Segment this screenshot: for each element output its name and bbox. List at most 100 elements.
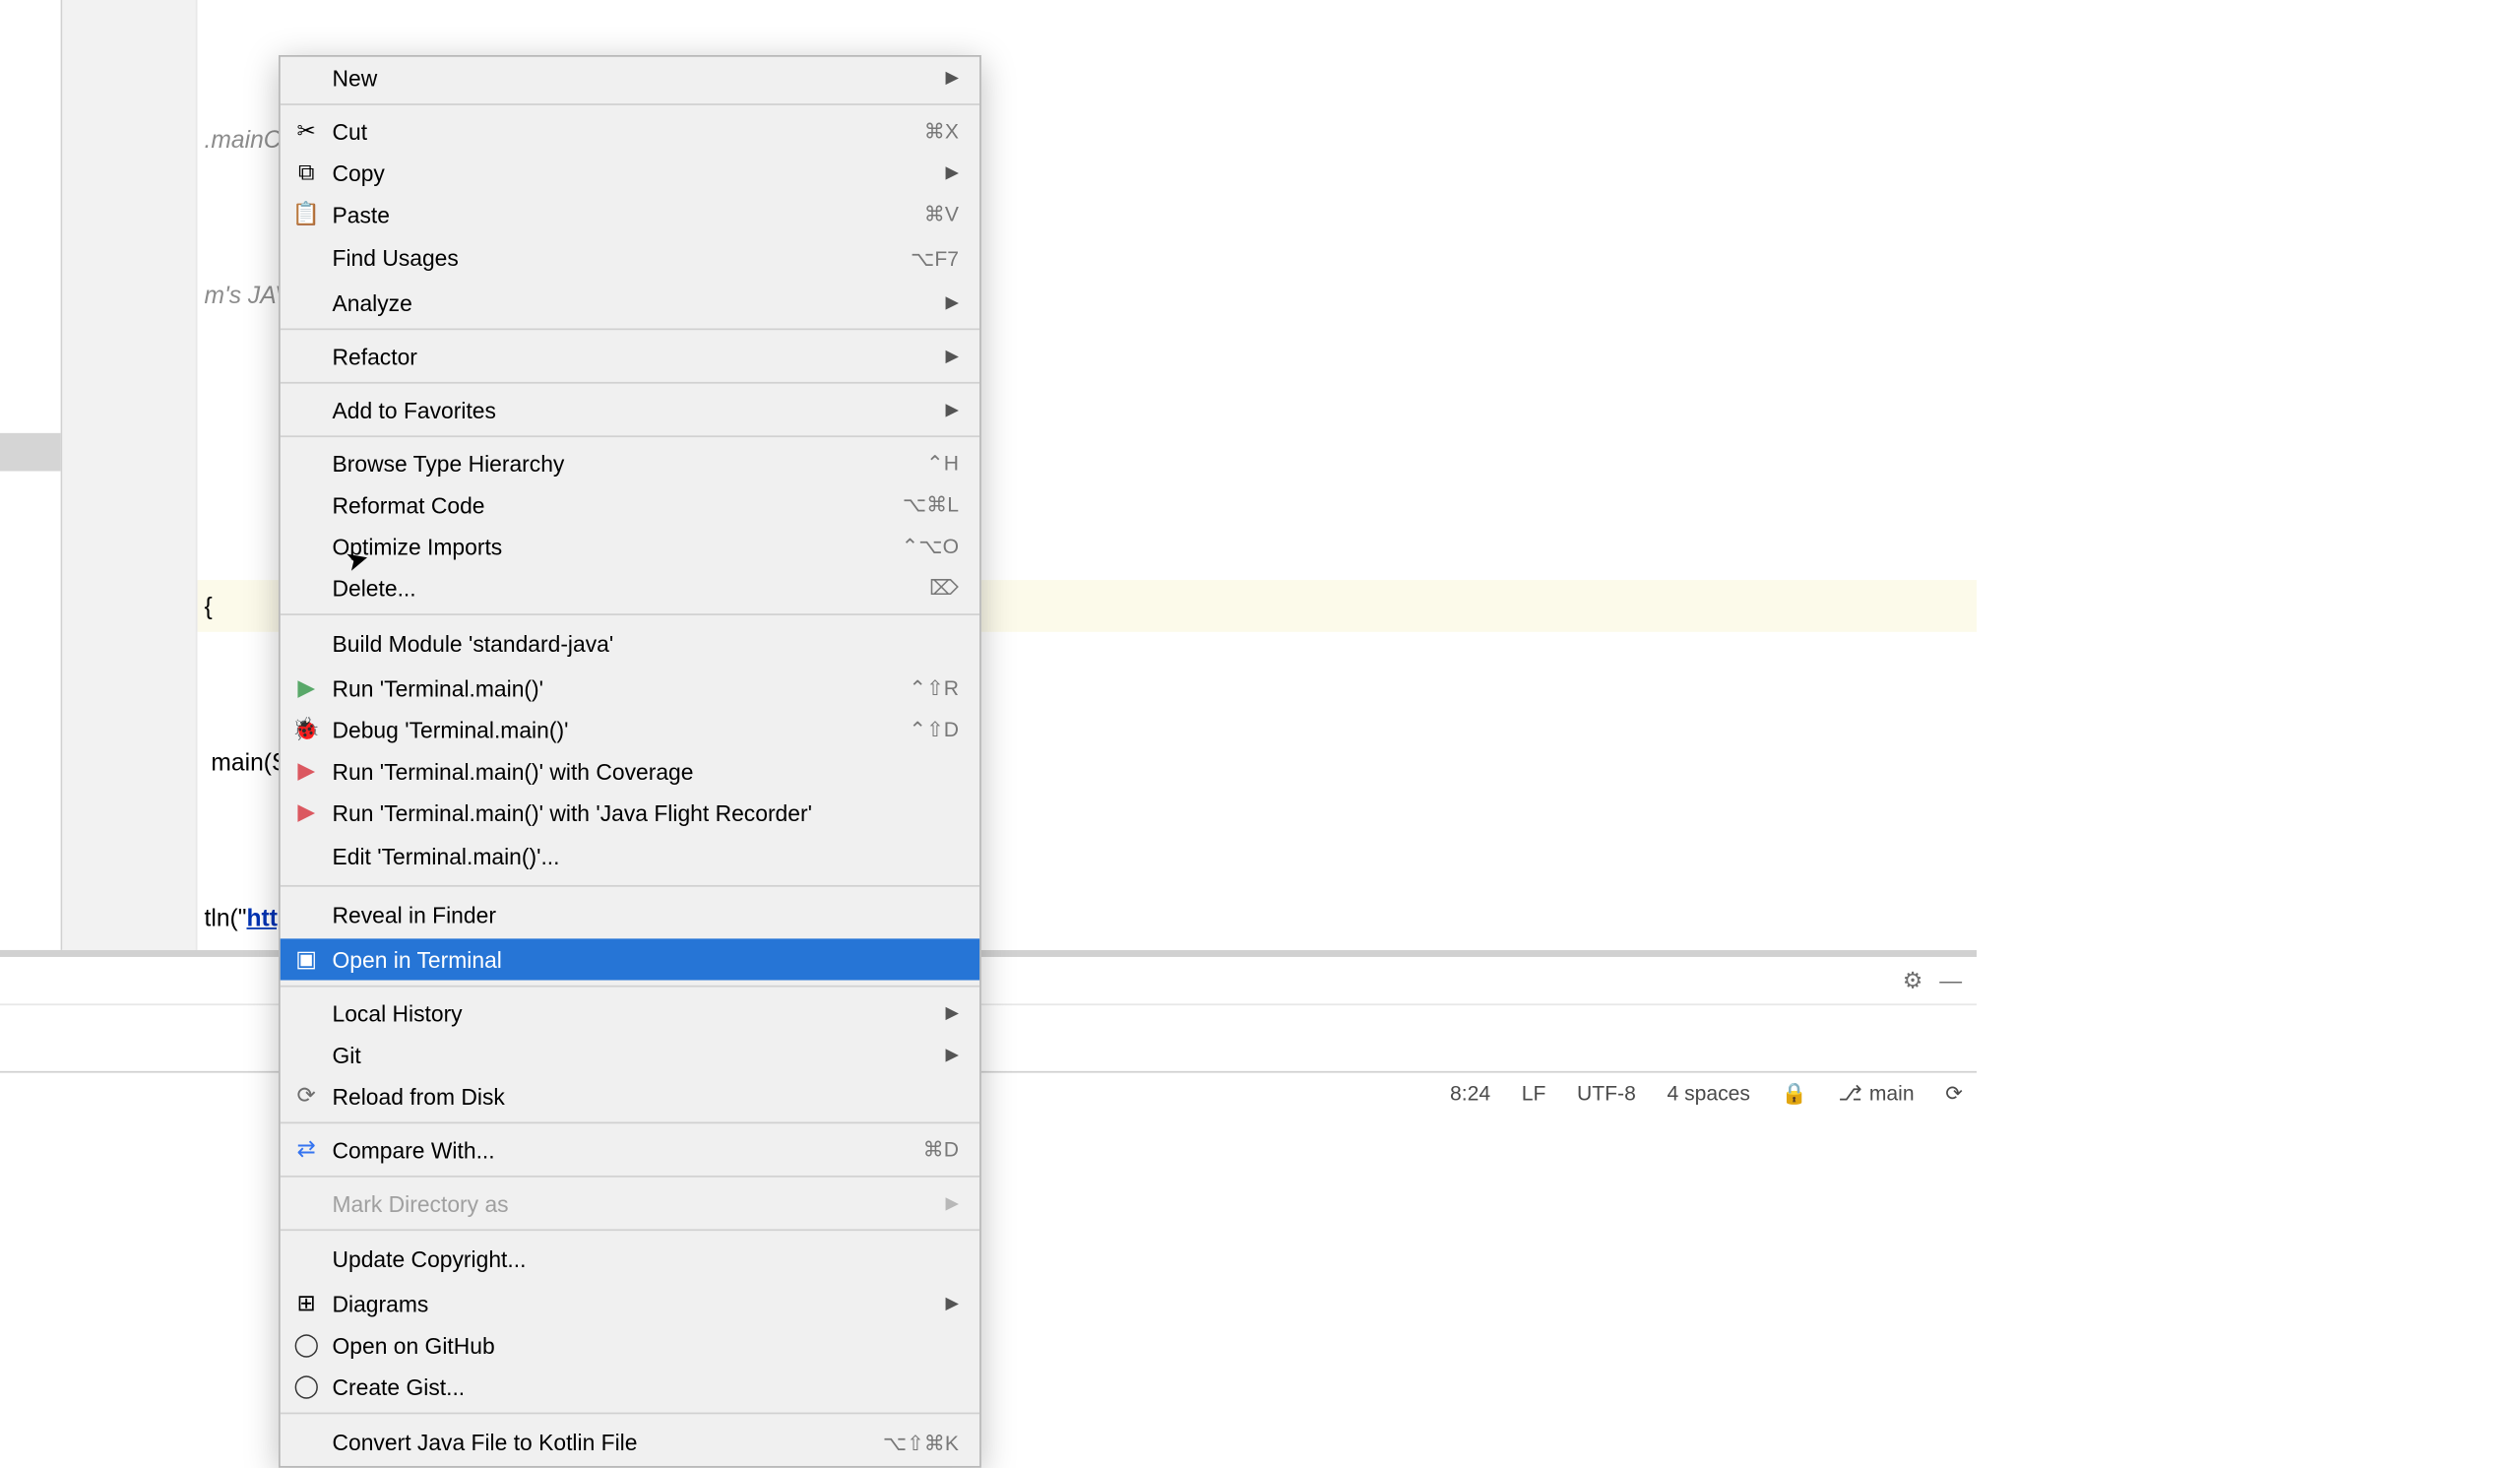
shortcut: ⌃⇧R <box>909 675 959 700</box>
menu-label: Open in Terminal <box>333 946 502 972</box>
menu-label: New <box>333 65 378 91</box>
menu-label: Delete... <box>333 575 416 601</box>
menu-label: Browse Type Hierarchy <box>333 450 565 476</box>
menu-edit-run-config[interactable]: Edit 'Terminal.main()'... <box>281 833 979 879</box>
menu-label: Analyze <box>333 289 412 315</box>
debug-icon: 🐞 <box>290 716 322 743</box>
menu-refactor[interactable]: Refactor ▶ <box>281 335 979 376</box>
hide-icon[interactable]: — <box>1935 965 1967 996</box>
shortcut: ⌦ <box>929 576 959 601</box>
chevron-right-icon: ▶ <box>945 1003 959 1022</box>
menu-new[interactable]: New▶ <box>281 57 979 98</box>
chevron-right-icon: ▶ <box>945 292 959 311</box>
diagram-icon: ⊞ <box>290 1290 322 1317</box>
menu-local-history[interactable]: Local History ▶ <box>281 992 979 1034</box>
context-menu: New▶ ✂Cut⌘X ⧉Copy▶ 📋Paste⌘V Find Usages⌥… <box>279 55 981 1468</box>
menu-reformat[interactable]: Reformat Code ⌥⌘L <box>281 484 979 526</box>
github-icon: ◯ <box>290 1372 322 1400</box>
menu-mark-directory: Mark Directory as ▶ <box>281 1182 979 1224</box>
shortcut: ⌘X <box>924 119 959 144</box>
menu-label: Add to Favorites <box>333 397 496 422</box>
menu-label: Local History <box>333 1000 463 1026</box>
profiler-icon: ▶ <box>290 798 322 826</box>
encoding[interactable]: UTF-8 <box>1577 1081 1636 1106</box>
menu-label: Reveal in Finder <box>333 902 496 927</box>
menu-run[interactable]: ▶Run 'Terminal.main()'⌃⇧R <box>281 668 979 709</box>
chevron-right-icon: ▶ <box>945 163 959 182</box>
menu-label: Open on GitHub <box>333 1332 495 1358</box>
menu-label: Create Gist... <box>333 1373 466 1399</box>
menu-open-github[interactable]: ◯ Open on GitHub <box>281 1324 979 1366</box>
menu-run-jfr[interactable]: ▶ Run 'Terminal.main()' with 'Java Flight… <box>281 792 979 833</box>
shortcut: ⌥⌘L <box>903 492 959 517</box>
shortcut: ⌃⇧D <box>909 718 959 742</box>
menu-create-gist[interactable]: ◯ Create Gist... <box>281 1366 979 1407</box>
menu-label: Compare With... <box>333 1136 495 1162</box>
menu-label: Diagrams <box>333 1291 429 1316</box>
gear-icon[interactable]: ⚙ <box>1897 965 1928 996</box>
menu-label: Update Copyright... <box>333 1246 527 1272</box>
tree-item-terminal[interactable]: CTerminal <box>0 433 61 472</box>
menu-open-in-terminal[interactable]: ▣ Open in Terminal <box>281 938 979 980</box>
run-icon: ▶ <box>290 674 322 702</box>
menu-git[interactable]: Git ▶ <box>281 1034 979 1075</box>
branch-icon: ⎇ <box>1839 1081 1862 1106</box>
cut-icon: ✂ <box>290 117 322 145</box>
terminal-icon: ▣ <box>290 945 322 973</box>
menu-analyze[interactable]: Analyze ▶ <box>281 282 979 323</box>
git-branch[interactable]: main <box>1869 1081 1915 1106</box>
github-icon: ◯ <box>290 1331 322 1359</box>
menu-label: Find Usages <box>333 245 459 271</box>
sync-icon[interactable]: ⟳ <box>1945 1081 1963 1106</box>
chevron-right-icon: ▶ <box>945 1193 959 1212</box>
menu-browse-type-hierarchy[interactable]: Browse Type Hierarchy ⌃H <box>281 442 979 483</box>
menu-label: Debug 'Terminal.main()' <box>333 717 569 742</box>
shortcut: ⌃H <box>926 451 959 476</box>
menu-label: Mark Directory as <box>333 1190 509 1216</box>
menu-label: Reformat Code <box>333 491 485 517</box>
paste-icon: 📋 <box>290 201 322 228</box>
menu-paste[interactable]: 📋 Paste ⌘V <box>281 193 979 234</box>
menu-label: Refactor <box>333 343 417 368</box>
code-text: { <box>205 592 213 619</box>
menu-reload-disk[interactable]: ⟳ Reload from Disk <box>281 1075 979 1117</box>
lock-icon[interactable]: 🔒 <box>1782 1081 1807 1106</box>
shortcut: ⌥⇧⌘K <box>883 1431 959 1455</box>
menu-build-module[interactable]: Build Module 'standard-java' <box>281 620 979 667</box>
shortcut: ⌥F7 <box>911 246 959 271</box>
menu-cut[interactable]: ✂Cut⌘X <box>281 110 979 152</box>
menu-label: Run 'Terminal.main()' with 'Java Flight … <box>333 799 812 825</box>
menu-label: Build Module 'standard-java' <box>333 631 614 657</box>
menu-find-usages[interactable]: Find Usages ⌥F7 <box>281 235 979 282</box>
chevron-right-icon: ▶ <box>945 347 959 365</box>
line-separator[interactable]: LF <box>1522 1081 1546 1106</box>
shortcut: ⌘D <box>923 1137 959 1162</box>
menu-label: Reload from Disk <box>333 1083 505 1109</box>
menu-reveal-finder[interactable]: Reveal in Finder <box>281 892 979 938</box>
chevron-right-icon: ▶ <box>945 1045 959 1063</box>
code-text: tln(" <box>205 904 247 931</box>
indent[interactable]: 4 spaces <box>1667 1081 1749 1106</box>
menu-label: Copy <box>333 160 385 185</box>
project-tree[interactable]: ▾java ▾com.jetbrains ▸analysis ▸code ▸co… <box>0 0 61 950</box>
cursor-position[interactable]: 8:24 <box>1450 1081 1490 1106</box>
menu-diagrams[interactable]: ⊞Diagrams▶ <box>281 1283 979 1324</box>
menu-label: Convert Java File to Kotlin File <box>333 1430 638 1455</box>
menu-optimize-imports[interactable]: Optimize Imports⌃⌥O <box>281 526 979 567</box>
menu-debug[interactable]: 🐞 Debug 'Terminal.main()' ⌃⇧D <box>281 709 979 750</box>
menu-update-copyright[interactable]: Update Copyright... <box>281 1236 979 1282</box>
coverage-icon: ▶ <box>290 757 322 785</box>
menu-delete[interactable]: Delete... ⌦ <box>281 567 979 608</box>
menu-convert-kotlin[interactable]: Convert Java File to Kotlin File ⌥⇧⌘K <box>281 1420 979 1466</box>
menu-run-coverage[interactable]: ▶ Run 'Terminal.main()' with Coverage <box>281 750 979 792</box>
menu-label: Run 'Terminal.main()' with Coverage <box>333 758 694 784</box>
menu-compare-with[interactable]: ⇄Compare With...⌘D <box>281 1129 979 1171</box>
menu-label: Git <box>333 1042 361 1067</box>
chevron-right-icon: ▶ <box>945 400 959 418</box>
menu-label: Paste <box>333 201 390 226</box>
menu-label: Edit 'Terminal.main()'... <box>333 844 560 869</box>
reload-icon: ⟳ <box>290 1082 322 1110</box>
shortcut: ⌘V <box>924 202 959 226</box>
menu-copy[interactable]: ⧉Copy▶ <box>281 152 979 193</box>
menu-add-favorites[interactable]: Add to Favorites ▶ <box>281 389 979 430</box>
